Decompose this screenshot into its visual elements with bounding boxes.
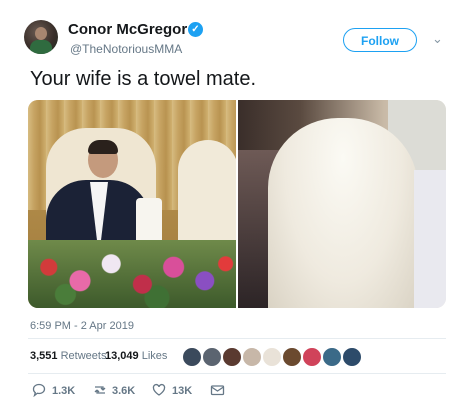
divider-bottom bbox=[28, 373, 446, 374]
liker-avatar[interactable] bbox=[222, 347, 242, 367]
retweets-label: Retweets bbox=[60, 350, 107, 362]
retweet-count: 3.6K bbox=[112, 385, 136, 397]
liker-avatar[interactable] bbox=[302, 347, 322, 367]
tweet-media[interactable] bbox=[28, 100, 446, 308]
avatar-face bbox=[35, 27, 47, 40]
chevron-down-icon[interactable]: ⌄ bbox=[432, 31, 443, 47]
heart-icon[interactable] bbox=[152, 383, 166, 400]
retweets-count: 3,551 bbox=[30, 350, 58, 362]
liker-avatar[interactable] bbox=[282, 347, 302, 367]
author-name[interactable]: Conor McGregor bbox=[68, 21, 187, 38]
photo-veil bbox=[268, 118, 418, 308]
photo-person-right bbox=[414, 170, 446, 308]
follow-button[interactable]: Follow bbox=[343, 28, 417, 52]
liker-avatar[interactable] bbox=[342, 347, 362, 367]
likes-stat[interactable]: 13,049 Likes bbox=[105, 350, 167, 362]
liker-avatar[interactable] bbox=[242, 347, 262, 367]
liker-avatar[interactable] bbox=[202, 347, 222, 367]
tweet-text: Your wife is a towel mate. bbox=[30, 68, 257, 90]
liker-avatar[interactable] bbox=[182, 347, 202, 367]
author-avatar[interactable] bbox=[24, 20, 58, 54]
photo-flowers bbox=[28, 240, 236, 308]
avatar-shirt bbox=[30, 40, 52, 54]
photo-hair bbox=[88, 140, 118, 154]
likes-count: 13,049 bbox=[105, 350, 139, 362]
tweet-timestamp[interactable]: 6:59 PM - 2 Apr 2019 bbox=[30, 320, 134, 332]
envelope-icon[interactable] bbox=[210, 383, 225, 400]
photo-veiled-bride[interactable] bbox=[238, 100, 446, 308]
photo-groom[interactable] bbox=[28, 100, 236, 308]
liker-avatars[interactable] bbox=[182, 347, 382, 367]
like-count: 13K bbox=[172, 385, 193, 397]
liker-avatar[interactable] bbox=[262, 347, 282, 367]
retweet-icon[interactable] bbox=[92, 383, 108, 400]
reply-count: 1.3K bbox=[52, 385, 76, 397]
author-handle[interactable]: @TheNotoriousMMA bbox=[70, 42, 182, 56]
divider-top bbox=[28, 338, 446, 339]
liker-avatar[interactable] bbox=[322, 347, 342, 367]
speech-bubble-icon[interactable] bbox=[32, 383, 46, 400]
verified-badge-icon: ✓ bbox=[188, 22, 203, 37]
likes-label: Likes bbox=[141, 350, 168, 362]
retweets-stat[interactable]: 3,551 Retweets bbox=[30, 350, 106, 362]
